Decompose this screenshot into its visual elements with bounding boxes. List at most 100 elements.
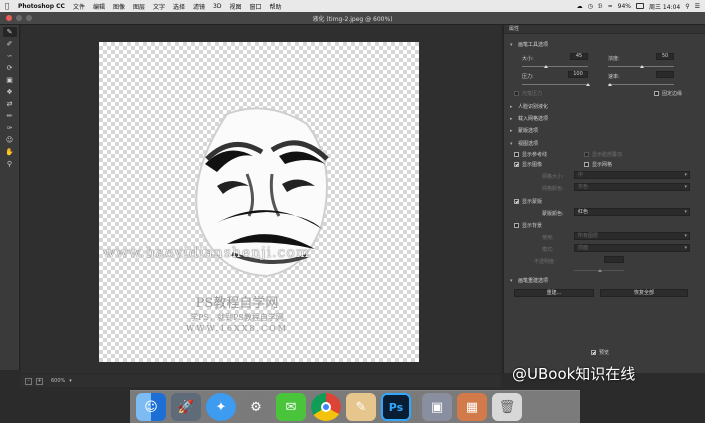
menu-3d[interactable]: 3D xyxy=(209,3,225,10)
menu-help[interactable]: 帮助 xyxy=(266,2,286,11)
menu-app-name[interactable]: Photoshop CC xyxy=(14,3,69,10)
liquify-toolbar: ✎ ✐ ∽ ⟳ ▣ ❖ ⇄ ✏ ✑ ☺ ✋ ⚲ xyxy=(0,25,20,370)
show-guides-checkbox[interactable] xyxy=(514,152,519,157)
pin-edges-checkbox[interactable] xyxy=(654,91,659,96)
rate-slider[interactable] xyxy=(608,84,674,85)
zoom-tool-icon[interactable]: ⚲ xyxy=(3,159,17,169)
finder-icon[interactable]: ☺ xyxy=(136,393,166,421)
show-mesh-checkbox[interactable] xyxy=(584,162,589,167)
battery-icon[interactable] xyxy=(636,3,644,9)
menu-window[interactable]: 窗口 xyxy=(246,2,266,11)
zoom-out-button[interactable]: - xyxy=(25,377,32,385)
menu-select[interactable]: 选择 xyxy=(169,2,189,11)
size-slider-knob[interactable] xyxy=(544,65,548,68)
clock-icon[interactable]: ◷ xyxy=(588,3,593,10)
mesh-size-select[interactable]: 中 ▾ xyxy=(574,171,690,179)
load-mesh-section[interactable]: ▸ 载入网格选项 xyxy=(510,115,548,122)
panel-header: 属性 xyxy=(504,25,705,34)
notification-center-icon[interactable]: ☰ xyxy=(695,3,700,10)
mode-select[interactable]: 前面 ▾ xyxy=(574,244,690,252)
stylus-pressure-checkbox[interactable] xyxy=(514,91,519,96)
photoshop-icon[interactable]: Ps xyxy=(381,393,411,421)
menu-image[interactable]: 图像 xyxy=(109,2,129,11)
twirl-tool-icon[interactable]: ⟳ xyxy=(3,63,17,73)
face-tool-icon[interactable]: ☺ xyxy=(3,135,17,145)
menu-type[interactable]: 文字 xyxy=(149,2,169,11)
show-backdrop-checkbox[interactable] xyxy=(514,223,519,228)
mask-color-select[interactable]: 红色 ▾ xyxy=(574,208,690,216)
launchpad-icon[interactable]: 🚀 xyxy=(171,393,201,421)
menu-view[interactable]: 视图 xyxy=(225,2,245,11)
zoom-in-button[interactable]: + xyxy=(36,377,43,385)
menubar-clock[interactable]: 周三 14:04 xyxy=(649,2,680,11)
size-label: 大小: xyxy=(522,56,534,62)
watermark-url: www.haoyidianshenji.com xyxy=(103,245,311,261)
show-face-overlay-label: 显示脸部叠加 xyxy=(592,152,623,158)
dock-separator xyxy=(416,394,417,420)
bluetooth-icon[interactable]: ℬ xyxy=(598,3,603,10)
cloud-icon[interactable]: ☁ xyxy=(577,3,583,10)
brush-reconstruct-section[interactable]: ▾ 画笔重建选项 xyxy=(510,277,548,284)
view-options-section[interactable]: ▾ 视图选项 xyxy=(510,140,538,147)
spotlight-icon[interactable]: ⚲ xyxy=(685,3,689,10)
pressure-slider-knob[interactable] xyxy=(586,83,590,86)
preview-checkbox[interactable] xyxy=(591,350,596,355)
system-preferences-icon[interactable]: ⚙ xyxy=(241,393,271,421)
opacity-value[interactable] xyxy=(604,256,624,263)
restore-all-button[interactable]: 恢复全部 xyxy=(600,289,688,297)
mask-options-section[interactable]: ▸ 蒙版选项 xyxy=(510,127,538,134)
menubar-status-area: ☁ ◷ ℬ ≈ 94% 周三 14:04 ⚲ ☰ xyxy=(577,2,705,11)
trash-icon[interactable]: 🗑 xyxy=(492,393,522,421)
show-mask-checkbox[interactable] xyxy=(514,199,519,204)
photos-icon[interactable]: ▣ xyxy=(422,393,452,421)
zoom-level[interactable]: 600% xyxy=(51,378,65,384)
menu-layer[interactable]: 图层 xyxy=(129,2,149,11)
rate-slider-knob[interactable] xyxy=(608,83,612,86)
thaw-mask-tool-icon[interactable]: ✑ xyxy=(3,123,17,133)
menu-filter[interactable]: 滤镜 xyxy=(189,2,209,11)
wifi-icon[interactable]: ≈ xyxy=(608,3,613,10)
reconstruct-button[interactable]: 重建... xyxy=(514,289,594,297)
chrome-icon[interactable] xyxy=(311,393,341,421)
size-slider[interactable] xyxy=(522,66,588,67)
zoom-dropdown-icon[interactable]: ▾ xyxy=(69,378,72,384)
brand-overlay: @UBook知识在线 xyxy=(512,365,636,383)
rate-value[interactable] xyxy=(656,71,674,78)
density-value[interactable]: 50 xyxy=(656,53,674,60)
wechat-icon[interactable]: ✉ xyxy=(276,393,306,421)
forward-warp-tool-icon[interactable]: ✎ xyxy=(2,27,17,37)
opacity-slider-knob[interactable] xyxy=(598,269,602,272)
battery-percent[interactable]: 94% xyxy=(618,3,631,10)
pressure-value[interactable]: 100 xyxy=(568,71,588,78)
hand-tool-icon[interactable]: ✋ xyxy=(3,147,17,157)
watermark-logo-url: WWW.16XX8.COM xyxy=(186,324,288,333)
brush-options-section[interactable]: ▾ 画笔工具选项 xyxy=(510,41,548,48)
document-canvas[interactable]: www.haoyidianshenji.com PS教程自学网 学PS，就到PS… xyxy=(99,42,419,362)
reconstruct-tool-icon[interactable]: ✐ xyxy=(3,39,17,49)
size-value[interactable]: 45 xyxy=(570,53,588,60)
pressure-slider[interactable] xyxy=(522,84,588,85)
face-aware-section[interactable]: ▸ 人脸识别液化 xyxy=(510,103,548,110)
expand-down-icon: ▾ xyxy=(510,278,513,284)
use-select[interactable]: 所有图层 ▾ xyxy=(574,232,690,240)
show-image-checkbox[interactable] xyxy=(514,162,519,167)
freeze-mask-tool-icon[interactable]: ✏ xyxy=(3,111,17,121)
push-left-tool-icon[interactable]: ⇄ xyxy=(3,99,17,109)
menu-edit[interactable]: 编辑 xyxy=(89,2,109,11)
safari-icon[interactable]: ✦ xyxy=(206,393,236,421)
menu-file[interactable]: 文件 xyxy=(69,2,89,11)
preview-toggle[interactable]: 预览 xyxy=(591,349,609,356)
show-face-overlay-checkbox[interactable] xyxy=(584,152,589,157)
density-slider-knob[interactable] xyxy=(640,65,644,68)
smooth-tool-icon[interactable]: ∽ xyxy=(3,51,17,61)
bloat-tool-icon[interactable]: ❖ xyxy=(3,87,17,97)
preview-icon[interactable]: ✎ xyxy=(346,393,376,421)
mac-dock: ☺ 🚀 ✦ ⚙ ✉ ✎ Ps ▣ ▦ 🗑 xyxy=(130,390,580,423)
mask-color-label: 蒙版颜色: xyxy=(542,211,564,217)
gallery-icon[interactable]: ▦ xyxy=(457,393,487,421)
screen:  Photoshop CC 文件 编辑 图像 图层 文字 选择 滤镜 3D 视… xyxy=(0,0,705,423)
apple-icon[interactable]:  xyxy=(0,2,14,10)
pucker-tool-icon[interactable]: ▣ xyxy=(3,75,17,85)
chevron-down-icon: ▾ xyxy=(684,233,687,239)
mesh-color-select[interactable]: 灰色 ▾ xyxy=(574,183,690,191)
